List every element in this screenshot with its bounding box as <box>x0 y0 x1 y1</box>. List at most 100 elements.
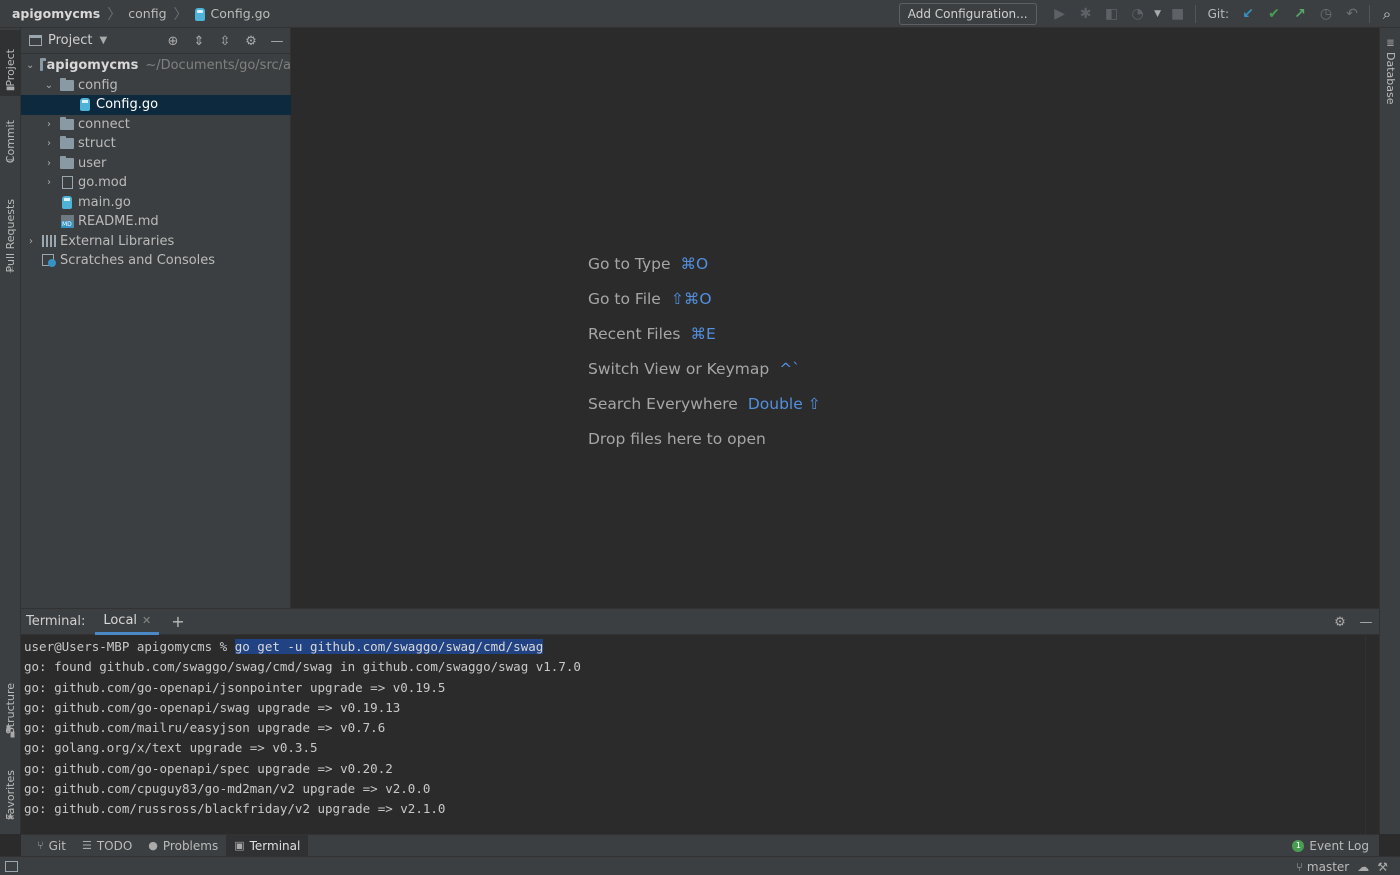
select-opened-file-icon[interactable]: ⊕ <box>160 28 186 54</box>
project-view-selector[interactable]: Project <box>48 33 92 48</box>
toolbar: Add Configuration... ▶ ✱ ◧ ◔ ▼ ■ Git: ↙ … <box>898 0 1400 28</box>
bottom-tab-git[interactable]: ⑂ Git <box>29 835 74 856</box>
gear-icon[interactable]: ⚙ <box>1327 609 1353 635</box>
terminal-command-line: user@Users-MBP apigomycms % go get -u gi… <box>24 637 1379 657</box>
tree-item-scratches[interactable]: Scratches and Consoles <box>21 251 291 271</box>
cloud-icon[interactable]: ☁ <box>1357 860 1369 874</box>
hint-recent-files: Recent Files ⌘E <box>588 324 716 343</box>
hide-panel-icon[interactable]: — <box>264 28 290 54</box>
folder-icon <box>60 155 74 169</box>
commit-icon: ⊸ <box>6 155 15 166</box>
terminal-header: Terminal: Local ✕ + ⚙ — <box>21 609 1379 635</box>
tree-item-readme[interactable]: README.md <box>21 212 291 232</box>
star-icon: ★ <box>6 812 15 823</box>
tool-tab-pull-requests[interactable]: Pull Requests ⑂ <box>0 183 21 278</box>
breadcrumb: apigomycms 〉 config 〉 Config.go <box>0 0 270 28</box>
bottom-tab-label: Terminal <box>249 838 301 853</box>
pull-request-icon: ⑂ <box>7 265 14 276</box>
bottom-tab-todo[interactable]: ☰ TODO <box>74 835 140 856</box>
git-history-icon[interactable]: ◷ <box>1313 0 1339 28</box>
editor-area[interactable]: Go to Type ⌘O Go to File ⇧⌘O Recent File… <box>291 28 1379 608</box>
tool-tab-structure[interactable]: Structure ▚ <box>0 668 21 740</box>
tree-item-label: README.md <box>78 214 159 230</box>
run-icon[interactable]: ▶ <box>1047 0 1073 28</box>
project-panel-tools: ⊕ ⇕ ⇳ ⚙ — <box>160 28 290 54</box>
expand-all-icon[interactable]: ⇕ <box>186 28 212 54</box>
debug-icon[interactable]: ✱ <box>1073 0 1099 28</box>
hint-go-to-type: Go to Type ⌘O <box>588 254 709 273</box>
hide-panel-icon[interactable]: — <box>1353 609 1379 635</box>
git-rollback-icon[interactable]: ↶ <box>1339 0 1365 28</box>
add-configuration-button[interactable]: Add Configuration... <box>898 3 1037 25</box>
folder-icon <box>40 58 47 72</box>
status-bar: ⑂ master ☁ ⚒ <box>0 856 1400 875</box>
folder-icon: ▬ <box>5 83 16 94</box>
chevron-right-icon[interactable]: › <box>26 236 36 247</box>
event-log-button[interactable]: 1 Event Log <box>1292 835 1369 856</box>
shortcut-label: ⌘E <box>690 324 716 343</box>
tool-tab-favorites[interactable]: Favorites ★ <box>0 753 21 825</box>
tree-item-go-mod[interactable]: › go.mod <box>21 173 291 193</box>
list-icon: ☰ <box>81 839 92 852</box>
tool-tab-commit[interactable]: Commit ⊸ <box>0 106 21 168</box>
breadcrumb-separator-icon: 〉 <box>173 6 188 23</box>
chevron-right-icon[interactable]: › <box>44 138 54 149</box>
tree-item-struct[interactable]: › struct <box>21 134 291 154</box>
tool-tab-project[interactable]: Project ▬ <box>0 30 21 96</box>
bottom-tab-label: Problems <box>162 838 219 853</box>
tree-item-main-go[interactable]: main.go <box>21 193 291 213</box>
tool-tab-favorites-label: Favorites <box>4 770 17 820</box>
tree-item-root[interactable]: ⌄ apigomycms ~/Documents/go/src/a <box>21 56 291 76</box>
bottom-tab-label: TODO <box>96 838 133 853</box>
tool-tab-database[interactable]: ≣ Database <box>1380 34 1400 106</box>
wrench-icon[interactable]: ⚒ <box>1377 860 1388 874</box>
tree-item-label: config <box>78 77 118 93</box>
tree-item-external-libraries[interactable]: › External Libraries <box>21 232 291 252</box>
bottom-tab-terminal[interactable]: ▣ Terminal <box>226 835 309 856</box>
coverage-icon[interactable]: ◧ <box>1099 0 1125 28</box>
search-icon[interactable]: ⌕ <box>1374 0 1400 28</box>
terminal-line: go: found github.com/swaggo/swag/cmd/swa… <box>24 659 581 675</box>
stop-icon[interactable]: ■ <box>1165 0 1191 28</box>
database-icon: ≣ <box>1386 38 1395 49</box>
terminal-line: go: github.com/go-openapi/swag upgrade =… <box>24 699 401 715</box>
git-push-icon[interactable]: ↗ <box>1287 0 1313 28</box>
collapse-all-icon[interactable]: ⇳ <box>212 28 238 54</box>
tree-item-user[interactable]: › user <box>21 154 291 174</box>
terminal-tab-local[interactable]: Local ✕ <box>95 609 160 635</box>
git-branch-icon: ⑂ <box>1295 859 1303 874</box>
breadcrumb-file[interactable]: Config.go <box>211 6 271 21</box>
breadcrumb-folder[interactable]: config <box>128 6 166 21</box>
structure-icon: ▚ <box>6 727 15 738</box>
gear-icon[interactable]: ⚙ <box>238 28 264 54</box>
profile-icon[interactable]: ◔ <box>1125 0 1151 28</box>
tree-item-connect[interactable]: › connect <box>21 115 291 135</box>
folder-icon <box>60 136 74 150</box>
folder-icon <box>60 77 74 91</box>
git-branch-widget[interactable]: master <box>1307 860 1349 874</box>
terminal-output[interactable]: user@Users-MBP apigomycms % go get -u gi… <box>21 635 1379 820</box>
chevron-down-icon[interactable]: ▼ <box>99 35 107 46</box>
left-tool-window-strip: Project ▬ Commit ⊸ Pull Requests ⑂ Struc… <box>0 28 21 834</box>
chevron-right-icon[interactable]: › <box>44 158 54 169</box>
right-tool-window-strip: ≣ Database <box>1379 28 1400 834</box>
breadcrumb-project[interactable]: apigomycms <box>12 6 100 21</box>
git-commit-icon[interactable]: ✔ <box>1261 0 1287 28</box>
tree-item-config-go[interactable]: Config.go <box>21 95 291 115</box>
new-terminal-tab-icon[interactable]: + <box>171 612 184 631</box>
chevron-down-icon[interactable]: ⌄ <box>44 80 54 91</box>
close-icon[interactable]: ✕ <box>142 614 151 627</box>
chevron-right-icon[interactable]: › <box>44 177 54 188</box>
hint-go-to-file: Go to File ⇧⌘O <box>588 289 712 308</box>
git-update-icon[interactable]: ↙ <box>1235 0 1261 28</box>
tool-windows-toggle-icon[interactable] <box>5 860 18 872</box>
bottom-tab-problems[interactable]: ● Problems <box>140 835 226 856</box>
toolbar-divider <box>1194 5 1196 23</box>
toolbar-divider <box>1369 5 1370 23</box>
terminal-scrollbar[interactable] <box>1365 636 1379 834</box>
terminal-line: go: golang.org/x/text upgrade => v0.3.5 <box>24 740 318 756</box>
run-more-dropdown-icon[interactable]: ▼ <box>1151 0 1165 28</box>
chevron-right-icon[interactable]: › <box>44 119 54 130</box>
tree-item-config[interactable]: ⌄ config <box>21 76 291 96</box>
chevron-down-icon[interactable]: ⌄ <box>26 60 34 71</box>
